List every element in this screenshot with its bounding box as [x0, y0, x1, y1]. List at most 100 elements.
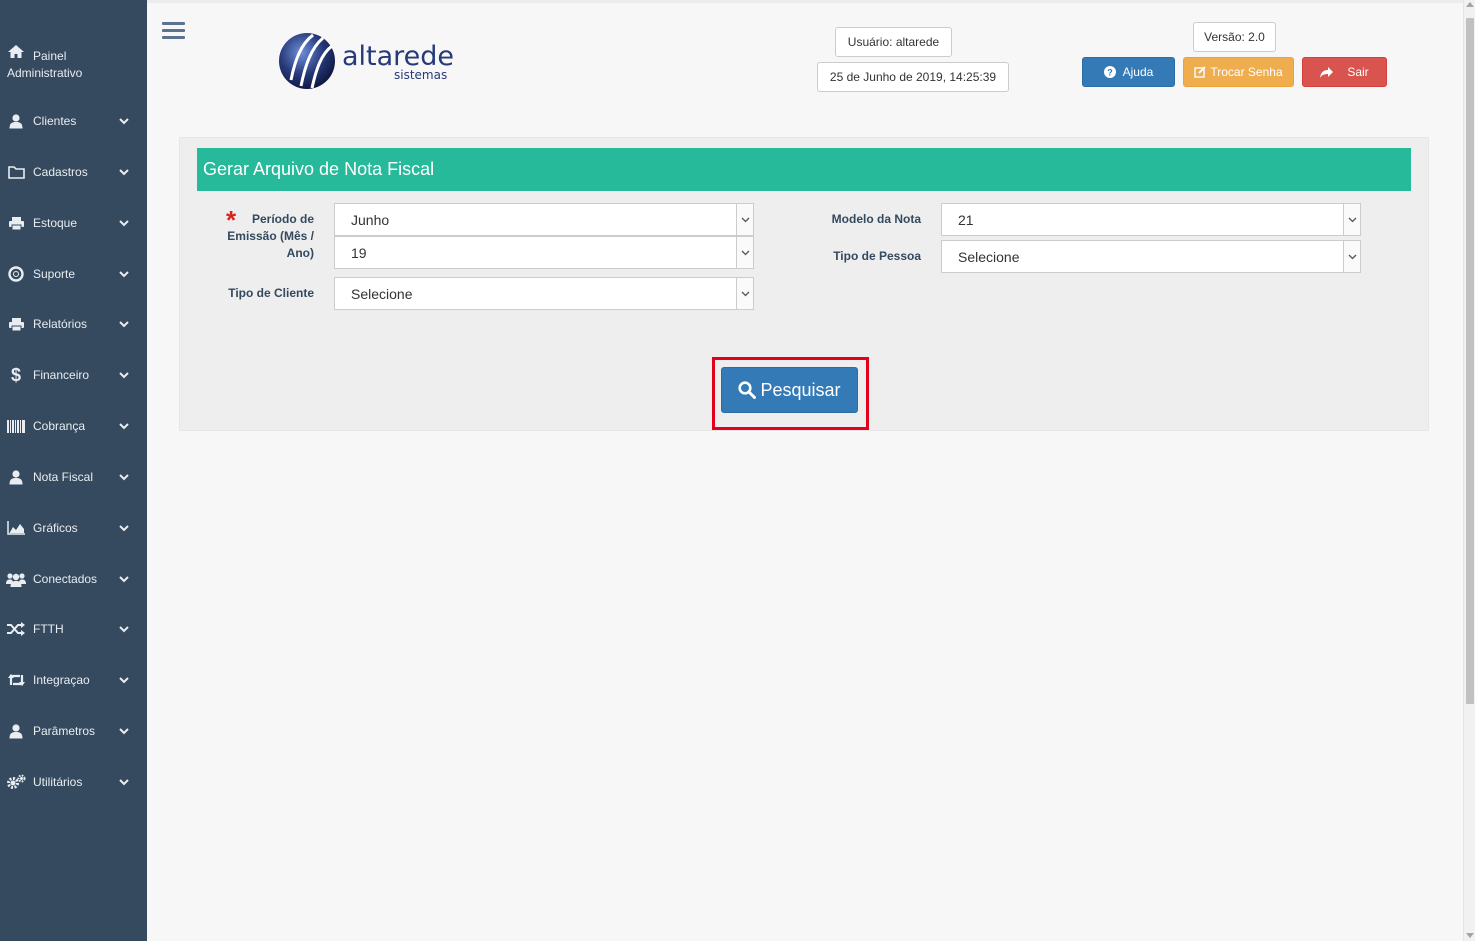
search-label: Pesquisar	[760, 379, 841, 400]
change-password-label: Trocar Senha	[1210, 65, 1283, 79]
sidebar-item-parametros[interactable]: Parâmetros	[0, 716, 147, 746]
edit-icon	[1194, 66, 1206, 78]
tipo-pessoa-select[interactable]: Selecione	[941, 240, 1361, 273]
user-icon	[6, 468, 26, 486]
periodo-label-line: Período de	[251, 212, 314, 226]
user-badge: Usuário: altarede	[835, 27, 952, 57]
exit-label: Sair	[1347, 65, 1369, 79]
shuffle-icon	[6, 620, 26, 638]
sidebar-item-clientes[interactable]: Clientes	[0, 106, 147, 136]
sidebar-item-label: Parâmetros	[33, 724, 96, 738]
area-chart-icon	[6, 519, 26, 537]
scroll-thumb[interactable]	[1466, 18, 1474, 704]
sidebar-item-estoque[interactable]: Estoque	[0, 208, 147, 238]
sidebar-item-financeiro[interactable]: $ Financeiro	[0, 360, 147, 390]
scrollbar[interactable]	[1463, 0, 1475, 941]
sidebar-item-ftth[interactable]: FTTH	[0, 614, 147, 644]
dollar-icon: $	[10, 364, 21, 385]
tipo-cliente-label-text: Tipo de Cliente	[228, 286, 314, 300]
logo-globe-icon	[279, 33, 335, 89]
chevron-down-icon	[119, 219, 129, 227]
mes-value: Junho	[351, 211, 390, 228]
tipo-cliente-label: Tipo de Cliente	[210, 285, 314, 302]
chevron-down-icon	[119, 371, 129, 379]
periodo-label: Período de Emissão (Mês / Ano)	[210, 211, 314, 262]
sidebar-item-graficos[interactable]: Gráficos	[0, 513, 147, 543]
version-text: Versão: 2.0	[1204, 30, 1265, 44]
folder-icon	[6, 163, 26, 181]
chevron-down-icon	[736, 204, 753, 235]
datetime-text: 25 de Junho de 2019, 14:25:39	[829, 70, 997, 84]
tipo-pessoa-value: Selecione	[958, 248, 1020, 265]
ano-select[interactable]: 19	[334, 236, 754, 269]
users-icon	[6, 570, 26, 588]
mes-select[interactable]: Junho	[334, 203, 754, 236]
menu-toggle-icon[interactable]	[162, 22, 185, 40]
chevron-down-icon	[1343, 204, 1360, 235]
lifebuoy-icon	[6, 265, 26, 283]
scroll-down-icon[interactable]	[1466, 933, 1474, 938]
sidebar: Painel Administrativo Clientes Cadastros…	[0, 0, 147, 941]
chevron-down-icon	[119, 473, 129, 481]
chevron-down-icon	[119, 168, 129, 176]
chevron-down-icon	[1343, 241, 1360, 272]
chevron-down-icon	[119, 270, 129, 278]
chevron-down-icon	[119, 727, 129, 735]
cogs-icon	[6, 773, 26, 791]
sidebar-title: Painel Administrativo	[7, 49, 83, 80]
change-password-button[interactable]: Trocar Senha	[1183, 57, 1294, 87]
chevron-down-icon	[119, 422, 129, 430]
modelo-label: Modelo da Nota	[800, 211, 921, 228]
user-text: Usuário: altarede	[847, 35, 940, 49]
modelo-select[interactable]: 21	[941, 203, 1361, 236]
modelo-label-text: Modelo da Nota	[831, 212, 921, 226]
sidebar-item-cadastros[interactable]: Cadastros	[0, 157, 147, 187]
printer-icon	[6, 315, 26, 333]
chevron-down-icon	[119, 676, 129, 684]
panel-title-text: Gerar Arquivo de Nota Fiscal	[203, 159, 435, 179]
sidebar-item-relatorios[interactable]: Relatórios	[0, 309, 147, 339]
scroll-up-icon[interactable]	[1466, 2, 1474, 7]
chevron-down-icon	[119, 524, 129, 532]
chevron-down-icon	[119, 778, 129, 786]
share-arrow-icon	[1320, 66, 1334, 78]
sidebar-item-cobranca[interactable]: Cobrança	[0, 411, 147, 441]
tipo-cliente-select[interactable]: Selecione	[334, 277, 754, 310]
exit-button[interactable]: Sair	[1302, 57, 1387, 87]
sidebar-item-label: Clientes	[33, 114, 77, 128]
sidebar-item-label: Financeiro	[33, 368, 90, 382]
sidebar-item-label: Utilitários	[33, 775, 83, 789]
sidebar-item-integracao[interactable]: Integraçao	[0, 665, 147, 695]
sidebar-item-suporte[interactable]: Suporte	[0, 259, 147, 289]
chevron-down-icon	[736, 237, 753, 268]
logo-subtext: sistemas	[394, 68, 448, 82]
version-badge: Versão: 2.0	[1193, 22, 1276, 52]
user-icon	[6, 112, 26, 130]
tipo-pessoa-label: Tipo de Pessoa	[800, 248, 921, 265]
retweet-icon	[6, 671, 26, 689]
sidebar-header[interactable]: Painel Administrativo	[7, 44, 142, 82]
periodo-label-line: Ano)	[286, 246, 314, 260]
sidebar-item-utilitarios[interactable]: Utilitários	[0, 767, 147, 797]
chevron-down-icon	[119, 320, 129, 328]
sidebar-item-conectados[interactable]: Conectados	[0, 564, 147, 594]
sidebar-item-label: Relatórios	[33, 317, 88, 331]
sidebar-item-nota-fiscal[interactable]: Nota Fiscal	[0, 462, 147, 492]
tipo-pessoa-label-text: Tipo de Pessoa	[833, 249, 921, 263]
sidebar-item-label: Suporte	[33, 267, 76, 281]
home-icon	[7, 44, 25, 62]
search-icon	[738, 381, 757, 399]
question-circle-icon: ?	[1103, 66, 1116, 78]
search-button[interactable]: Pesquisar	[721, 367, 858, 413]
tipo-cliente-value: Selecione	[351, 285, 413, 302]
periodo-label-line: Emissão (Mês /	[227, 229, 314, 243]
chevron-down-icon	[119, 575, 129, 583]
modelo-value: 21	[958, 211, 974, 228]
svg-text:?: ?	[1107, 67, 1113, 77]
sidebar-item-label: FTTH	[33, 622, 64, 636]
help-button[interactable]: ? Ajuda	[1082, 57, 1175, 87]
user-icon	[6, 722, 26, 740]
sidebar-item-label: Nota Fiscal	[33, 470, 94, 484]
sidebar-item-label: Conectados	[33, 572, 98, 586]
chevron-down-icon	[736, 278, 753, 309]
